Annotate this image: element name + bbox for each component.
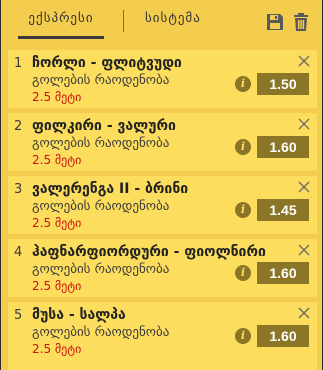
bet-item: 3 ვალერენგა II - ბრინი გოლების რაოდენობა… [8,176,317,234]
bet-item: 5 მუსა - სალპა გოლების რაოდენობა 2.5 მეტ… [8,302,317,360]
bet-item: 2 ფილკირი - ვალური გოლების რაოდენობა 2.5… [8,113,317,171]
odds-button[interactable]: 1.60 [257,136,309,158]
info-icon[interactable]: i [235,265,251,281]
trash-icon[interactable] [290,11,312,33]
bet-number: 5 [14,308,23,323]
bet-item: 1 ჩორლი - ფლიტვუდი გოლების რაოდენობა 2.5… [8,50,317,108]
bet-selection: 2.5 მეტი [32,279,82,293]
bet-number: 3 [14,182,23,197]
bet-market: გოლების რაოდენობა [32,262,170,277]
bet-selection: 2.5 მეტი [32,90,82,104]
odds-button[interactable]: 1.60 [257,325,309,347]
bet-number: 1 [14,56,23,71]
close-icon[interactable] [297,305,311,319]
close-icon[interactable] [297,53,311,67]
tab-express[interactable]: ექსპრესი [18,0,104,39]
bet-market: გოლების რაოდენობა [32,136,170,151]
bet-market: გოლების რაოდენობა [32,199,170,214]
bet-match: ჩორლი - ფლიტვუდი [32,55,182,71]
close-icon[interactable] [297,116,311,130]
odds-button[interactable]: 1.60 [257,262,309,284]
bet-selection: 2.5 მეტი [32,342,82,356]
bet-market: გოლების რაოდენობა [32,73,170,88]
info-icon[interactable]: i [235,202,251,218]
bet-match: ვალერენგა II - ბრინი [32,181,189,197]
next-bet-item-partial [8,360,317,370]
bet-selection: 2.5 მეტი [32,153,82,167]
bet-slip-header: ექსპრესი სისტემა [1,0,322,44]
bet-market: გოლების რაოდენობა [32,325,170,340]
bet-match: მუსა - სალპა [32,307,126,323]
bet-selection: 2.5 მეტი [32,216,82,230]
save-icon[interactable] [264,11,286,33]
odds-button[interactable]: 1.50 [257,73,309,95]
bet-match: ჰაფნარფიორდური - ფიოლნირი [32,244,266,260]
bet-number: 4 [14,245,23,260]
close-icon[interactable] [297,179,311,193]
tab-divider [123,10,124,32]
odds-button[interactable]: 1.45 [257,199,309,221]
close-icon[interactable] [297,242,311,256]
info-icon[interactable]: i [235,328,251,344]
info-icon[interactable]: i [235,139,251,155]
info-icon[interactable]: i [235,76,251,92]
bet-slip: ექსპრესი სისტემა 1 ჩორლი - ფლიტვუდი გოლე… [0,0,323,370]
bet-item: 4 ჰაფნარფიორდური - ფიოლნირი გოლების რაოდ… [8,239,317,297]
bet-match: ფილკირი - ვალური [32,118,176,134]
tab-system[interactable]: სისტემა [145,0,215,36]
bet-number: 2 [14,119,23,134]
